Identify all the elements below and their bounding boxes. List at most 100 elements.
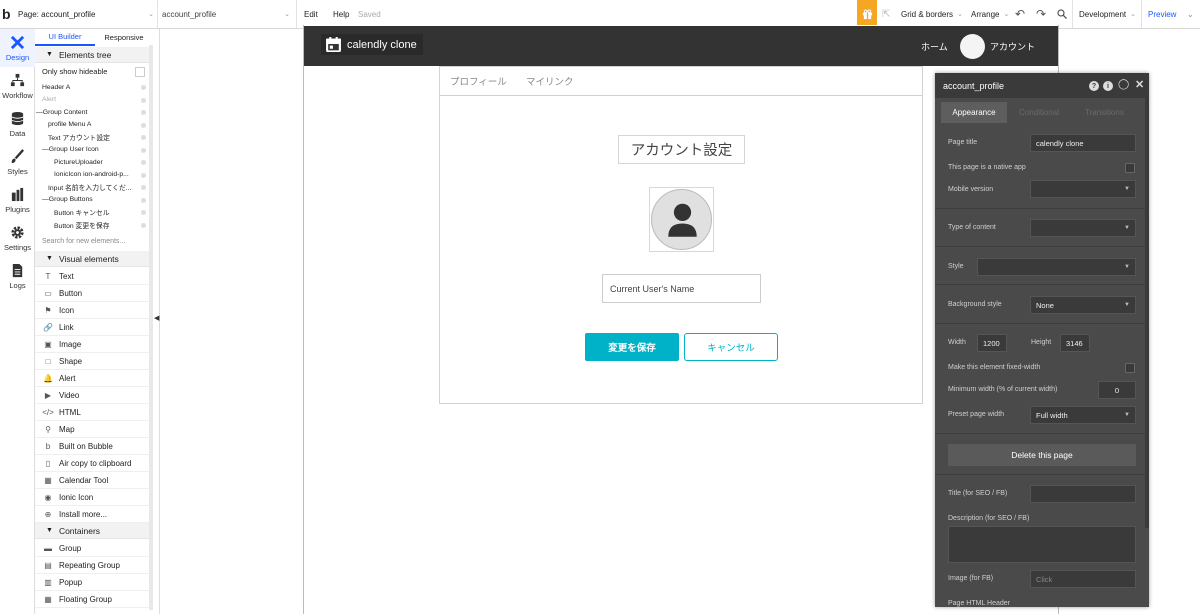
visual-elements-header[interactable]: ▼ Visual elements <box>35 251 152 267</box>
container-element-popup[interactable]: ▥ Popup <box>35 574 152 591</box>
tree-item[interactable]: — Group Buttons <box>35 194 152 207</box>
tree-item[interactable]: IonicIcon ion-android-p... <box>35 169 152 182</box>
preset-width-dropdown[interactable]: Full width ▼ <box>1030 406 1136 424</box>
rail-item-design[interactable]: Design <box>0 29 35 67</box>
edit-menu[interactable]: Edit <box>304 0 318 28</box>
tree-item[interactable]: — Group User Icon <box>35 144 152 157</box>
min-width-field[interactable]: 0 <box>1098 381 1136 399</box>
fixed-width-checkbox[interactable] <box>1125 363 1135 373</box>
visibility-eye-icon[interactable] <box>141 185 146 190</box>
height-field[interactable]: 3146 <box>1060 334 1090 352</box>
tab-appearance[interactable]: Appearance <box>941 102 1007 123</box>
gift-button[interactable] <box>857 0 877 28</box>
tab-transitions[interactable]: Transitions <box>1085 108 1124 117</box>
delete-page-button[interactable]: Delete this page <box>948 444 1136 466</box>
info-icon[interactable]: i <box>1103 81 1113 91</box>
redo-icon[interactable]: ↷ <box>1036 0 1046 28</box>
bubble-logo-icon[interactable]: b <box>2 0 11 28</box>
width-field[interactable]: 1200 <box>977 334 1007 352</box>
rail-item-workflow[interactable]: Workflow <box>0 67 35 105</box>
tree-item[interactable]: Button 変更を保存 <box>35 219 152 232</box>
picture-uploader[interactable] <box>649 187 714 252</box>
cancel-button[interactable]: キャンセル <box>684 333 778 361</box>
tab-responsive[interactable]: Responsive <box>95 29 153 46</box>
collapse-dash-icon[interactable]: — <box>42 146 49 153</box>
rail-item-styles[interactable]: Styles <box>0 143 35 181</box>
collapse-dash-icon[interactable]: — <box>42 196 49 203</box>
tab-my-links[interactable]: マイリンク <box>526 74 574 88</box>
collapse-dash-icon[interactable]: — <box>36 109 43 116</box>
visual-element-text[interactable]: T Text <box>35 268 152 285</box>
visibility-eye-icon[interactable] <box>141 160 146 165</box>
comment-icon[interactable]: ◯ <box>1118 79 1129 90</box>
visibility-eye-icon[interactable] <box>141 147 146 153</box>
visual-element-icon[interactable]: ⚑ Icon <box>35 302 152 319</box>
grid-borders-menu[interactable]: Grid & borders ⌄ <box>901 0 963 28</box>
visual-element-built-on-bubble[interactable]: b Built on Bubble <box>35 438 152 455</box>
rail-item-data[interactable]: Data <box>0 105 35 143</box>
tree-item[interactable]: Button キャンセル <box>35 206 152 219</box>
app-brand[interactable]: calendly clone <box>321 34 423 55</box>
property-editor-titlebar[interactable]: account_profile ? i ◯ ✕ <box>935 73 1149 98</box>
tab-profile[interactable]: プロフィール <box>450 74 507 88</box>
property-editor-scrollbar[interactable] <box>1145 98 1149 528</box>
collapse-panel-icon[interactable]: ◀ <box>154 314 159 322</box>
style-dropdown[interactable]: ▼ <box>977 258 1136 276</box>
arrange-menu[interactable]: Arrange ⌄ <box>971 0 1009 28</box>
visual-element-map[interactable]: ⚲ Map <box>35 421 152 438</box>
visual-element-link[interactable]: 🔗 Link <box>35 319 152 336</box>
rail-item-plugins[interactable]: Plugins <box>0 181 35 219</box>
visual-element-air-copy-to-clipboard[interactable]: ▯ Air copy to clipboard <box>35 455 152 472</box>
tree-item[interactable]: PictureUploader <box>35 156 152 169</box>
fb-image-field[interactable]: Click <box>1030 570 1136 588</box>
container-element-repeating-group[interactable]: ▤ Repeating Group <box>35 557 152 574</box>
tree-item[interactable]: — Group Content <box>35 106 152 119</box>
visibility-eye-icon[interactable] <box>141 172 146 178</box>
avatar[interactable] <box>960 34 985 59</box>
visual-element-ionic-icon[interactable]: ◉ Ionic Icon <box>35 489 152 506</box>
visual-element-button[interactable]: ▭ Button <box>35 285 152 302</box>
tree-item[interactable]: profile Menu A <box>35 119 152 132</box>
undo-icon[interactable]: ↶ <box>1015 0 1025 28</box>
save-changes-button[interactable]: 変更を保存 <box>585 333 679 361</box>
tab-ui-builder[interactable]: UI Builder <box>35 29 95 46</box>
app-header[interactable]: calendly clone ホーム アカウント <box>304 26 1058 66</box>
only-hideable-checkbox[interactable] <box>135 67 145 77</box>
help-menu[interactable]: Help <box>333 0 349 28</box>
tree-item[interactable]: Header A <box>35 81 152 94</box>
page-selector[interactable]: Page: account_profile ⌄ <box>18 0 156 28</box>
visibility-eye-icon[interactable] <box>141 110 146 115</box>
visual-element-html[interactable]: </> HTML <box>35 404 152 421</box>
pointer-icon[interactable]: ⇱ <box>882 0 890 28</box>
close-icon[interactable]: ✕ <box>1135 78 1144 91</box>
version-menu[interactable]: Development ⌄ <box>1079 0 1136 28</box>
type-of-content-dropdown[interactable]: ▼ <box>1030 219 1136 237</box>
background-style-dropdown[interactable]: None ▼ <box>1030 296 1136 314</box>
rail-item-settings[interactable]: Settings <box>0 219 35 257</box>
page-title-field[interactable]: calendly clone <box>1030 134 1136 152</box>
visual-element-video[interactable]: ▶ Video <box>35 387 152 404</box>
element-search-input[interactable]: Search for new elements... <box>42 238 125 245</box>
container-element-group[interactable]: ▬ Group <box>35 540 152 557</box>
elements-tree-header[interactable]: ▼ Elements tree <box>35 47 152 63</box>
visual-element-alert[interactable]: 🔔 Alert <box>35 370 152 387</box>
visibility-eye-icon[interactable] <box>141 222 146 228</box>
search-button[interactable] <box>1057 0 1067 28</box>
tree-item[interactable]: Text アカウント設定 <box>35 131 152 144</box>
chevron-down-icon[interactable]: ⌄ <box>1187 0 1194 28</box>
mobile-version-dropdown[interactable]: ▼ <box>1030 180 1136 198</box>
seo-description-field[interactable] <box>948 526 1136 563</box>
visibility-eye-icon[interactable] <box>141 85 146 90</box>
panel-scrollbar[interactable] <box>149 45 153 610</box>
container-element-floating-group[interactable]: ▦ Floating Group <box>35 591 152 608</box>
visual-element-calendar-tool[interactable]: ▦ Calendar Tool <box>35 472 152 489</box>
visual-element-image[interactable]: ▣ Image <box>35 336 152 353</box>
visibility-eye-icon[interactable] <box>141 122 146 128</box>
seo-title-field[interactable] <box>1030 485 1136 503</box>
containers-header[interactable]: ▼ Containers <box>35 523 152 539</box>
help-icon[interactable]: ? <box>1089 81 1099 91</box>
native-app-checkbox[interactable] <box>1125 163 1135 173</box>
visibility-eye-icon[interactable] <box>141 197 146 203</box>
visibility-eye-icon[interactable] <box>141 210 146 215</box>
visibility-eye-icon[interactable] <box>141 135 146 140</box>
